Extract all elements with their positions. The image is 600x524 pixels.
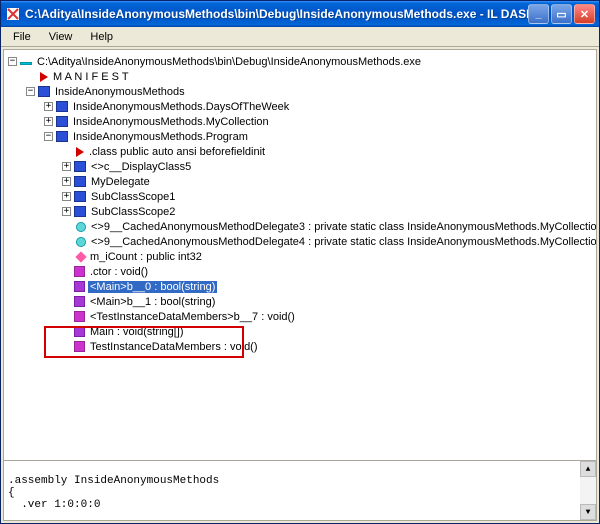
tree-root[interactable]: − C:\Aditya\InsideAnonymousMethods\bin\D…	[6, 54, 594, 69]
class-icon	[74, 206, 86, 217]
tree-class-days[interactable]: + InsideAnonymousMethods.DaysOfTheWeek	[42, 99, 594, 114]
tree-manifest[interactable]: M A N I F E S T	[24, 69, 594, 84]
expand-toggle[interactable]: +	[44, 102, 53, 111]
window-title: C:\Aditya\InsideAnonymousMethods\bin\Deb…	[25, 7, 528, 21]
tree-nested-class[interactable]: + SubClassScope2	[60, 204, 594, 219]
menu-view[interactable]: View	[41, 29, 81, 45]
decl-icon	[76, 147, 84, 157]
class-icon	[74, 176, 86, 187]
class-icon	[74, 191, 86, 202]
detail-pane[interactable]: .assembly InsideAnonymousMethods { .ver …	[4, 460, 596, 520]
collapse-toggle[interactable]: −	[8, 57, 17, 66]
tree-method[interactable]: TestInstanceDataMembers : void()	[60, 339, 594, 354]
scroll-track[interactable]	[580, 477, 596, 504]
class-icon	[74, 161, 86, 172]
tree-namespace[interactable]: − InsideAnonymousMethods	[24, 84, 594, 99]
method-icon	[74, 311, 85, 322]
menu-help[interactable]: Help	[82, 29, 121, 45]
tree-label-selected: <Main>b__0 : bool(string)	[88, 281, 217, 293]
tree-label: <>c__DisplayClass5	[89, 161, 193, 173]
window-buttons: _ ▭ ✕	[528, 4, 595, 24]
close-button[interactable]: ✕	[574, 4, 595, 24]
scroll-down-button[interactable]: ▼	[580, 504, 596, 520]
field-icon	[75, 251, 86, 262]
expand-toggle[interactable]: +	[62, 177, 71, 186]
static-method-icon	[74, 281, 85, 292]
collapse-toggle[interactable]: −	[26, 87, 35, 96]
scroll-up-button[interactable]: ▲	[580, 461, 596, 477]
tree-method-mainb0[interactable]: <Main>b__0 : bool(string)	[60, 279, 594, 294]
tree-field[interactable]: m_iCount : public int32	[60, 249, 594, 264]
menu-file[interactable]: File	[5, 29, 39, 45]
tree-label: Main : void(string[])	[88, 326, 186, 338]
assembly-root-icon	[20, 62, 32, 65]
tree-label: SubClassScope2	[89, 206, 177, 218]
content-area: − C:\Aditya\InsideAnonymousMethods\bin\D…	[3, 49, 597, 521]
tree-label: m_iCount : public int32	[88, 251, 204, 263]
tree-label: C:\Aditya\InsideAnonymousMethods\bin\Deb…	[35, 56, 423, 68]
tree-field[interactable]: <>9__CachedAnonymousMethodDelegate3 : pr…	[60, 219, 594, 234]
tree-nested-class[interactable]: + MyDelegate	[60, 174, 594, 189]
maximize-button[interactable]: ▭	[551, 4, 572, 24]
app-window: C:\Aditya\InsideAnonymousMethods\bin\Deb…	[0, 0, 600, 524]
tree-method[interactable]: Main : void(string[])	[60, 324, 594, 339]
tree-method[interactable]: <TestInstanceDataMembers>b__7 : void()	[60, 309, 594, 324]
tree-class-mycollection[interactable]: + InsideAnonymousMethods.MyCollection	[42, 114, 594, 129]
namespace-icon	[38, 86, 50, 97]
tree-label: SubClassScope1	[89, 191, 177, 203]
class-icon	[56, 101, 68, 112]
tree-label: <>9__CachedAnonymousMethodDelegate3 : pr…	[89, 221, 596, 233]
collapse-toggle[interactable]: −	[44, 132, 53, 141]
class-icon	[56, 116, 68, 127]
tree-method-mainb1[interactable]: <Main>b__1 : bool(string)	[60, 294, 594, 309]
menu-bar: File View Help	[1, 27, 599, 47]
detail-line: .assembly InsideAnonymousMethods	[8, 475, 219, 487]
tree-label: TestInstanceDataMembers : void()	[88, 341, 260, 353]
tree-field[interactable]: <>9__CachedAnonymousMethodDelegate4 : pr…	[60, 234, 594, 249]
tree-classdecl[interactable]: .class public auto ansi beforefieldinit	[60, 144, 594, 159]
static-field-icon	[76, 237, 86, 247]
manifest-icon	[40, 72, 48, 82]
tree-label: InsideAnonymousMethods.MyCollection	[71, 116, 271, 128]
static-method-icon	[74, 296, 85, 307]
tree-label: InsideAnonymousMethods.DaysOfTheWeek	[71, 101, 291, 113]
tree-class-program[interactable]: − InsideAnonymousMethods.Program	[42, 129, 594, 144]
tree-label: InsideAnonymousMethods.Program	[71, 131, 250, 143]
ildasm-icon	[5, 6, 21, 22]
tree-label: InsideAnonymousMethods	[53, 86, 187, 98]
method-icon	[74, 341, 85, 352]
tree-label: <>9__CachedAnonymousMethodDelegate4 : pr…	[89, 236, 596, 248]
expand-toggle[interactable]: +	[62, 162, 71, 171]
vertical-scrollbar[interactable]: ▲ ▼	[580, 461, 596, 520]
tree-method[interactable]: .ctor : void()	[60, 264, 594, 279]
expand-toggle[interactable]: +	[62, 192, 71, 201]
tree-label: <TestInstanceDataMembers>b__7 : void()	[88, 311, 297, 323]
static-field-icon	[76, 222, 86, 232]
static-method-icon	[74, 326, 85, 337]
detail-line: {	[8, 487, 15, 499]
detail-line: .ver 1:0:0:0	[8, 499, 100, 511]
expand-toggle[interactable]: +	[62, 207, 71, 216]
tree-label: .class public auto ansi beforefieldinit	[87, 146, 267, 158]
tree-nested-class[interactable]: + SubClassScope1	[60, 189, 594, 204]
tree-label: M A N I F E S T	[51, 71, 131, 83]
tree-label: .ctor : void()	[88, 266, 150, 278]
minimize-button[interactable]: _	[528, 4, 549, 24]
tree-nested-class[interactable]: + <>c__DisplayClass5	[60, 159, 594, 174]
class-icon	[56, 131, 68, 142]
tree-label: MyDelegate	[89, 176, 152, 188]
expand-toggle[interactable]: +	[44, 117, 53, 126]
title-bar[interactable]: C:\Aditya\InsideAnonymousMethods\bin\Deb…	[1, 1, 599, 27]
method-icon	[74, 266, 85, 277]
tree-pane[interactable]: − C:\Aditya\InsideAnonymousMethods\bin\D…	[4, 50, 596, 460]
tree-label: <Main>b__1 : bool(string)	[88, 296, 217, 308]
